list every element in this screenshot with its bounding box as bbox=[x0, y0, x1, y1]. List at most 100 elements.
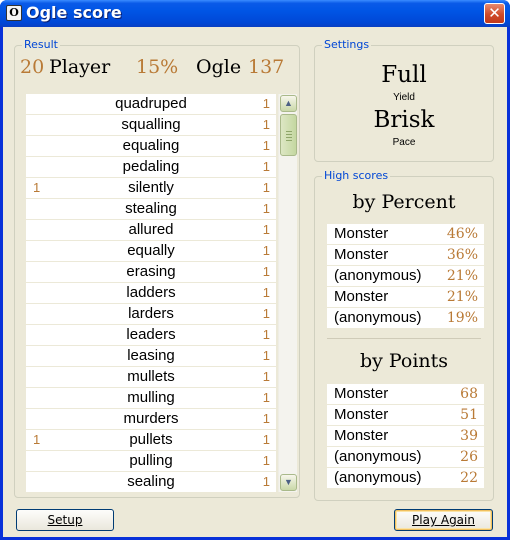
word-text: stealing bbox=[125, 200, 177, 217]
by-points-row: (anonymous) 26 bbox=[327, 447, 484, 467]
word-text: erasing bbox=[126, 263, 176, 280]
word-row[interactable]: pedaling 1 bbox=[26, 157, 276, 177]
word-row[interactable]: 1 silently 1 bbox=[26, 178, 276, 198]
high-score-name: Monster bbox=[334, 288, 389, 305]
high-score-value: 22 bbox=[460, 470, 478, 486]
word-row[interactable]: mulling 1 bbox=[26, 388, 276, 408]
word-row[interactable]: sealing 1 bbox=[26, 472, 276, 492]
window-title: Ogle score bbox=[26, 3, 122, 22]
word-text: pulling bbox=[129, 452, 173, 469]
player-score: 20 bbox=[20, 56, 45, 78]
word-row[interactable]: stealing 1 bbox=[26, 199, 276, 219]
word-row[interactable]: leasing 1 bbox=[26, 346, 276, 366]
word-text: squalling bbox=[121, 116, 181, 133]
ogle-word-score: 1 bbox=[262, 201, 270, 216]
play-again-button[interactable]: Play Again bbox=[394, 509, 493, 531]
word-row[interactable]: ladders 1 bbox=[26, 283, 276, 303]
high-score-name: Monster bbox=[334, 427, 389, 444]
ogle-word-score: 1 bbox=[262, 243, 270, 258]
yield-label: Yield bbox=[393, 92, 415, 103]
high-score-value: 21% bbox=[446, 289, 478, 305]
word-row[interactable]: pulling 1 bbox=[26, 451, 276, 471]
word-text: mullets bbox=[127, 368, 175, 385]
word-text: pedaling bbox=[122, 158, 180, 175]
title-bar[interactable]: O Ogle score ✕ bbox=[0, 0, 510, 27]
word-text: allured bbox=[128, 221, 174, 238]
word-text: sealing bbox=[127, 473, 175, 490]
high-scores-divider bbox=[327, 338, 481, 339]
word-row[interactable]: quadruped 1 bbox=[26, 94, 276, 114]
ogle-word-score: 1 bbox=[262, 117, 270, 132]
word-text: pullets bbox=[129, 431, 173, 448]
ogle-word-score: 1 bbox=[262, 180, 270, 195]
high-score-value: 39 bbox=[460, 428, 478, 444]
word-text: leaders bbox=[126, 326, 176, 343]
ogle-word-score: 1 bbox=[262, 432, 270, 447]
high-score-name: Monster bbox=[334, 246, 389, 263]
word-text: quadruped bbox=[115, 95, 187, 112]
high-score-value: 26 bbox=[460, 449, 478, 465]
word-row[interactable]: allured 1 bbox=[26, 220, 276, 240]
high-score-value: 51 bbox=[460, 407, 478, 423]
word-row[interactable]: leaders 1 bbox=[26, 325, 276, 345]
by-percent-row: (anonymous) 19% bbox=[327, 308, 484, 328]
setup-button[interactable]: Setup bbox=[16, 509, 114, 531]
word-text: equaling bbox=[122, 137, 180, 154]
ogle-word-score: 1 bbox=[262, 159, 270, 174]
high-score-value: 68 bbox=[460, 386, 478, 402]
word-row[interactable]: murders 1 bbox=[26, 409, 276, 429]
high-score-name: (anonymous) bbox=[334, 448, 422, 465]
ogle-word-score: 1 bbox=[262, 369, 270, 384]
word-row[interactable]: equally 1 bbox=[26, 241, 276, 261]
ogle-name: Ogle bbox=[196, 56, 242, 78]
ogle-word-score: 1 bbox=[262, 390, 270, 405]
scroll-up-button[interactable]: ▲ bbox=[280, 95, 297, 112]
word-row[interactable]: squalling 1 bbox=[26, 115, 276, 135]
word-text: equally bbox=[127, 242, 175, 259]
scroll-down-button[interactable]: ▼ bbox=[280, 474, 297, 491]
ogle-word-score: 1 bbox=[262, 453, 270, 468]
ogle-word-score: 1 bbox=[262, 264, 270, 279]
by-percent-row: (anonymous) 21% bbox=[327, 266, 484, 286]
by-percent-heading: by Percent bbox=[352, 191, 456, 213]
yield-value: Full bbox=[381, 62, 427, 88]
word-text: murders bbox=[123, 410, 179, 427]
word-list-scrollbar[interactable]: ▲ ▼ bbox=[278, 94, 297, 492]
word-row[interactable]: equaling 1 bbox=[26, 136, 276, 156]
scroll-thumb[interactable] bbox=[280, 114, 297, 156]
app-icon: O bbox=[6, 5, 22, 21]
result-group: Result 20 Player 15% Ogle 137 quadruped 1… bbox=[14, 38, 300, 498]
score-summary: 20 Player 15% Ogle 137 bbox=[20, 56, 290, 80]
word-text: mulling bbox=[127, 389, 175, 406]
ogle-score: 137 bbox=[248, 56, 285, 78]
by-points-row: (anonymous) 22 bbox=[327, 468, 484, 488]
word-text: silently bbox=[128, 179, 174, 196]
high-score-name: Monster bbox=[334, 406, 389, 423]
high-score-name: (anonymous) bbox=[334, 469, 422, 486]
close-button[interactable]: ✕ bbox=[484, 3, 505, 24]
word-row[interactable]: larders 1 bbox=[26, 304, 276, 324]
settings-group: Settings Full Yield Brisk Pace bbox=[314, 38, 494, 162]
ogle-word-score: 1 bbox=[262, 306, 270, 321]
word-row[interactable]: mullets 1 bbox=[26, 367, 276, 387]
word-text: larders bbox=[128, 305, 174, 322]
high-score-value: 21% bbox=[446, 268, 478, 284]
player-name: Player bbox=[49, 56, 111, 78]
high-score-value: 46% bbox=[446, 226, 478, 242]
score-percent: 15% bbox=[136, 56, 179, 78]
word-row[interactable]: erasing 1 bbox=[26, 262, 276, 282]
high-score-name: Monster bbox=[334, 225, 389, 242]
ogle-word-score: 1 bbox=[262, 474, 270, 489]
high-score-value: 19% bbox=[446, 310, 478, 326]
word-row[interactable]: 1 pullets 1 bbox=[26, 430, 276, 450]
by-points-row: Monster 39 bbox=[327, 426, 484, 446]
high-scores-group: High scores by Percent Monster 46% Monster… bbox=[314, 169, 494, 501]
ogle-word-score: 1 bbox=[262, 138, 270, 153]
ogle-word-score: 1 bbox=[262, 348, 270, 363]
result-group-label: Result bbox=[22, 38, 60, 51]
high-score-value: 36% bbox=[446, 247, 478, 263]
word-list[interactable]: quadruped 1 squalling 1 equaling 1 pedaling 1 1 s… bbox=[26, 94, 297, 492]
ogle-word-score: 1 bbox=[262, 222, 270, 237]
ogle-word-score: 1 bbox=[262, 411, 270, 426]
high-score-name: (anonymous) bbox=[334, 309, 422, 326]
